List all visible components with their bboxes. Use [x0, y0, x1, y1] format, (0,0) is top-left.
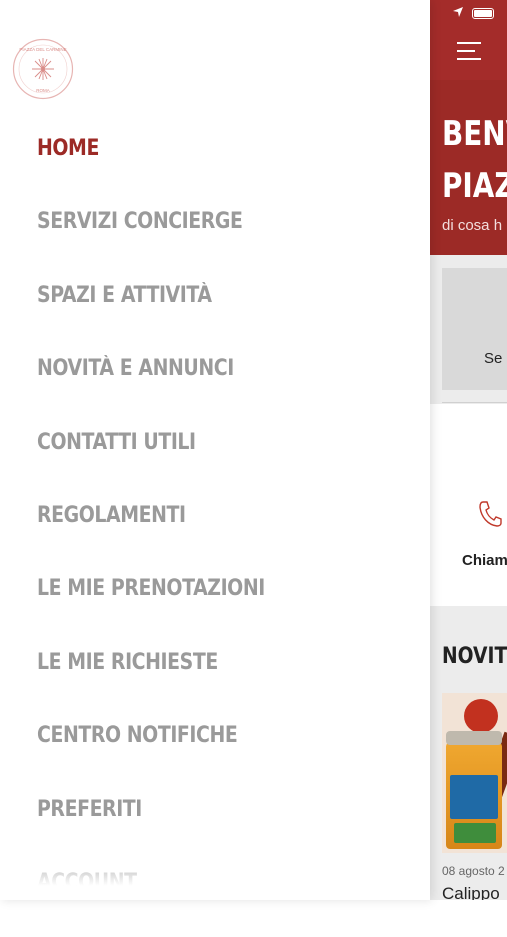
logo: PIAZZA DEL CARMINE ROMA — [12, 38, 74, 100]
hamburger-menu-icon[interactable] — [457, 42, 481, 62]
call-card[interactable]: Chiam — [430, 404, 507, 606]
divider — [442, 402, 507, 403]
news-image[interactable] — [442, 693, 507, 853]
services-card-label: Se — [484, 350, 503, 367]
battery-icon — [472, 8, 494, 19]
menu-item-servizi-concierge[interactable]: SERVIZI CONCIERGE — [37, 203, 265, 276]
drawer-menu: HOME SERVIZI CONCIERGE SPAZI E ATTIVITÀ … — [37, 130, 302, 937]
news-title[interactable]: Calippo — [442, 884, 500, 900]
menu-item-le-mie-prenotazioni[interactable]: LE MIE PRENOTAZIONI — [37, 570, 265, 643]
news-section-title: NOVIT — [442, 644, 507, 669]
menu-item-le-mie-richieste[interactable]: LE MIE RICHIESTE — [37, 644, 265, 717]
menu-item-centro-notifiche[interactable]: CENTRO NOTIFICHE — [37, 717, 265, 790]
main-app-panel: BENV PIAZ di cosa h Se Chiam NOVIT 08 ag… — [430, 0, 507, 900]
services-card[interactable]: Se — [442, 268, 507, 390]
location-arrow-icon — [452, 6, 464, 21]
menu-item-spazi-e-attivita[interactable]: SPAZI E ATTIVITÀ — [37, 277, 265, 350]
side-drawer: PIAZZA DEL CARMINE ROMA HOME SERVIZI CON… — [0, 0, 430, 900]
menu-item-home[interactable]: HOME — [37, 130, 265, 203]
hero-title: BENV PIAZ — [442, 114, 507, 206]
news-date: 08 agosto 2 — [442, 864, 505, 878]
menu-item-contatti-utili[interactable]: CONTATTI UTILI — [37, 424, 265, 497]
status-bar — [452, 6, 494, 21]
svg-text:ROMA: ROMA — [36, 88, 50, 93]
call-card-label: Chiam — [462, 552, 507, 569]
scroll-fade — [0, 852, 430, 900]
phone-icon — [479, 501, 502, 527]
menu-item-novita-e-annunci[interactable]: NOVITÀ E ANNUNCI — [37, 350, 265, 423]
hero-subtitle: di cosa h — [442, 217, 503, 234]
svg-text:PIAZZA DEL CARMINE: PIAZZA DEL CARMINE — [19, 47, 66, 52]
menu-item-regolamenti[interactable]: REGOLAMENTI — [37, 497, 265, 570]
top-bar — [430, 0, 507, 80]
